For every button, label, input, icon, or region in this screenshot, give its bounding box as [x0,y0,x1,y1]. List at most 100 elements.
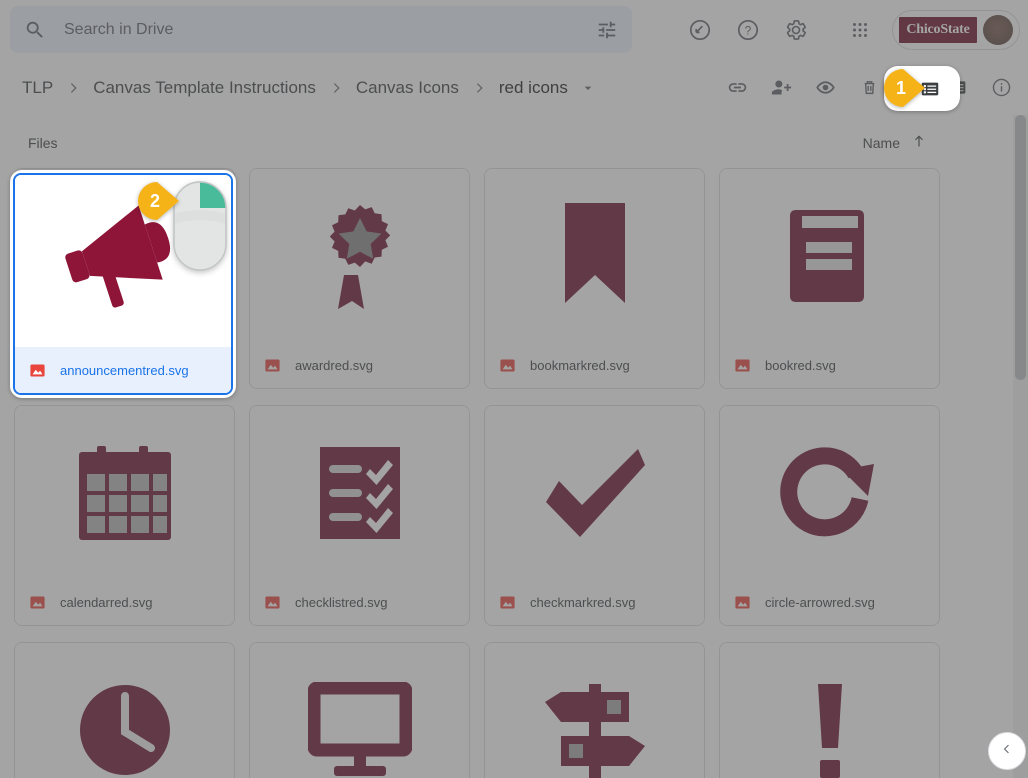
file-card-directionsred[interactable]: directionsred.svg [484,642,705,778]
file-thumbnail [15,406,234,579]
image-file-icon [499,594,516,611]
breadcrumb-item-canvas-icons[interactable]: Canvas Icons [352,76,463,100]
add-person-icon[interactable] [760,67,802,109]
top-bar: ? ChicoState [0,0,1028,60]
file-name: announcementred.svg [60,362,189,378]
image-file-icon [29,362,46,379]
file-card-awardred[interactable]: awardred.svg [249,168,470,389]
gear-icon[interactable] [774,8,818,52]
file-card-footer: awardred.svg [250,342,469,388]
monitor-icon [307,681,412,776]
chevron-right-icon [62,77,84,99]
expand-panel-button[interactable] [988,732,1026,770]
file-card-footer: bookred.svg [720,342,939,388]
drive-window: ? ChicoState [0,0,1028,778]
file-thumbnail [720,169,939,342]
file-name: checkmarkred.svg [530,594,636,610]
file-name: checklistred.svg [295,594,388,610]
file-card-bookred[interactable]: bookred.svg [719,168,940,389]
file-card-bookmarkred[interactable]: bookmarkred.svg [484,168,705,389]
file-card-exclamationred[interactable]: exclamationred.svg [719,642,940,778]
image-file-icon [734,594,751,611]
image-file-icon [264,594,281,611]
award-rosette-icon [329,204,390,309]
files-header: Files Name [0,115,1010,171]
scrollbar-thumb[interactable] [1015,115,1026,380]
clock-icon [79,684,170,775]
file-card-footer: checkmarkred.svg [485,579,704,625]
chevron-right-icon [325,77,347,99]
search-input[interactable] [62,19,586,40]
chevron-down-icon[interactable] [578,78,598,98]
help-icon[interactable]: ? [726,8,770,52]
breadcrumb-item-tlp[interactable]: TLP [18,76,57,100]
file-card-clockred[interactable]: clockred.svg [14,642,235,778]
file-card-calendarred[interactable]: calendarred.svg [14,405,235,626]
search-bar[interactable] [10,6,632,53]
breadcrumb: TLP Canvas Template Instructions Canvas … [18,76,598,100]
file-card-footer: checklistred.svg [250,579,469,625]
image-file-icon [734,357,751,374]
callout-marker-2: 2 [138,182,180,220]
file-thumbnail [485,169,704,342]
file-thumbnail [720,406,939,579]
vertical-scrollbar[interactable] [1013,115,1028,778]
image-file-icon [499,357,516,374]
calendar-icon [78,445,171,540]
file-card-displayred[interactable]: displayred.svg [249,642,470,778]
folder-actions [716,60,1022,115]
file-card-checkmarkred[interactable]: checkmarkred.svg [484,405,705,626]
file-card-checklistred[interactable]: checklistred.svg [249,405,470,626]
chico-state-logo: ChicoState [899,17,977,43]
avatar[interactable] [983,15,1013,45]
svg-text:?: ? [745,24,752,38]
file-thumbnail [250,406,469,579]
callout-number: 2 [149,190,160,211]
file-name: circle-arrowred.svg [765,594,875,610]
bookmark-icon [564,202,625,303]
book-icon [789,209,864,302]
mouse-cursor [172,180,228,272]
breadcrumb-bar: TLP Canvas Template Instructions Canvas … [0,60,1028,115]
file-name: bookmarkred.svg [530,357,630,373]
checklist-icon [319,446,400,539]
search-icon [24,19,46,41]
checkmark-icon [545,448,645,537]
sort-control[interactable]: Name [863,132,928,155]
image-file-icon [264,357,281,374]
breadcrumb-item-canvas-template-instructions[interactable]: Canvas Template Instructions [89,76,320,100]
files-section-label: Files [28,135,58,151]
arrow-up-icon[interactable] [910,132,928,155]
callout-marker-1: 1 [884,69,926,107]
signpost-icon [544,683,645,778]
file-thumbnail [250,643,469,778]
file-thumbnail [485,643,704,778]
file-thumbnail [15,643,234,778]
file-thumbnail [250,169,469,342]
chevron-right-icon [468,77,490,99]
breadcrumb-item-red-icons[interactable]: red icons [495,76,572,100]
eye-icon[interactable] [804,67,846,109]
file-card-footer: announcementred.svg [15,347,231,393]
circle-arrow-icon [779,446,874,536]
exclamation-icon [817,683,842,778]
callout-number: 1 [895,77,906,98]
link-icon[interactable] [716,67,758,109]
top-bar-actions: ? ChicoState [678,0,1020,60]
file-card-circle-arrowred[interactable]: circle-arrowred.svg [719,405,940,626]
chevron-left-icon [999,741,1015,762]
account-chip[interactable]: ChicoState [892,10,1020,50]
file-card-footer: circle-arrowred.svg [720,579,939,625]
image-file-icon [29,594,46,611]
apps-grid-icon[interactable] [838,8,882,52]
sort-label: Name [862,135,900,151]
file-thumbnail [485,406,704,579]
support-icon[interactable] [678,8,722,52]
file-name: bookred.svg [765,357,836,373]
file-name: calendarred.svg [60,594,153,610]
info-icon[interactable] [980,67,1022,109]
file-card-footer: calendarred.svg [15,579,234,625]
file-card-footer: bookmarkred.svg [485,342,704,388]
tune-icon[interactable] [596,19,618,41]
file-thumbnail [720,643,939,778]
